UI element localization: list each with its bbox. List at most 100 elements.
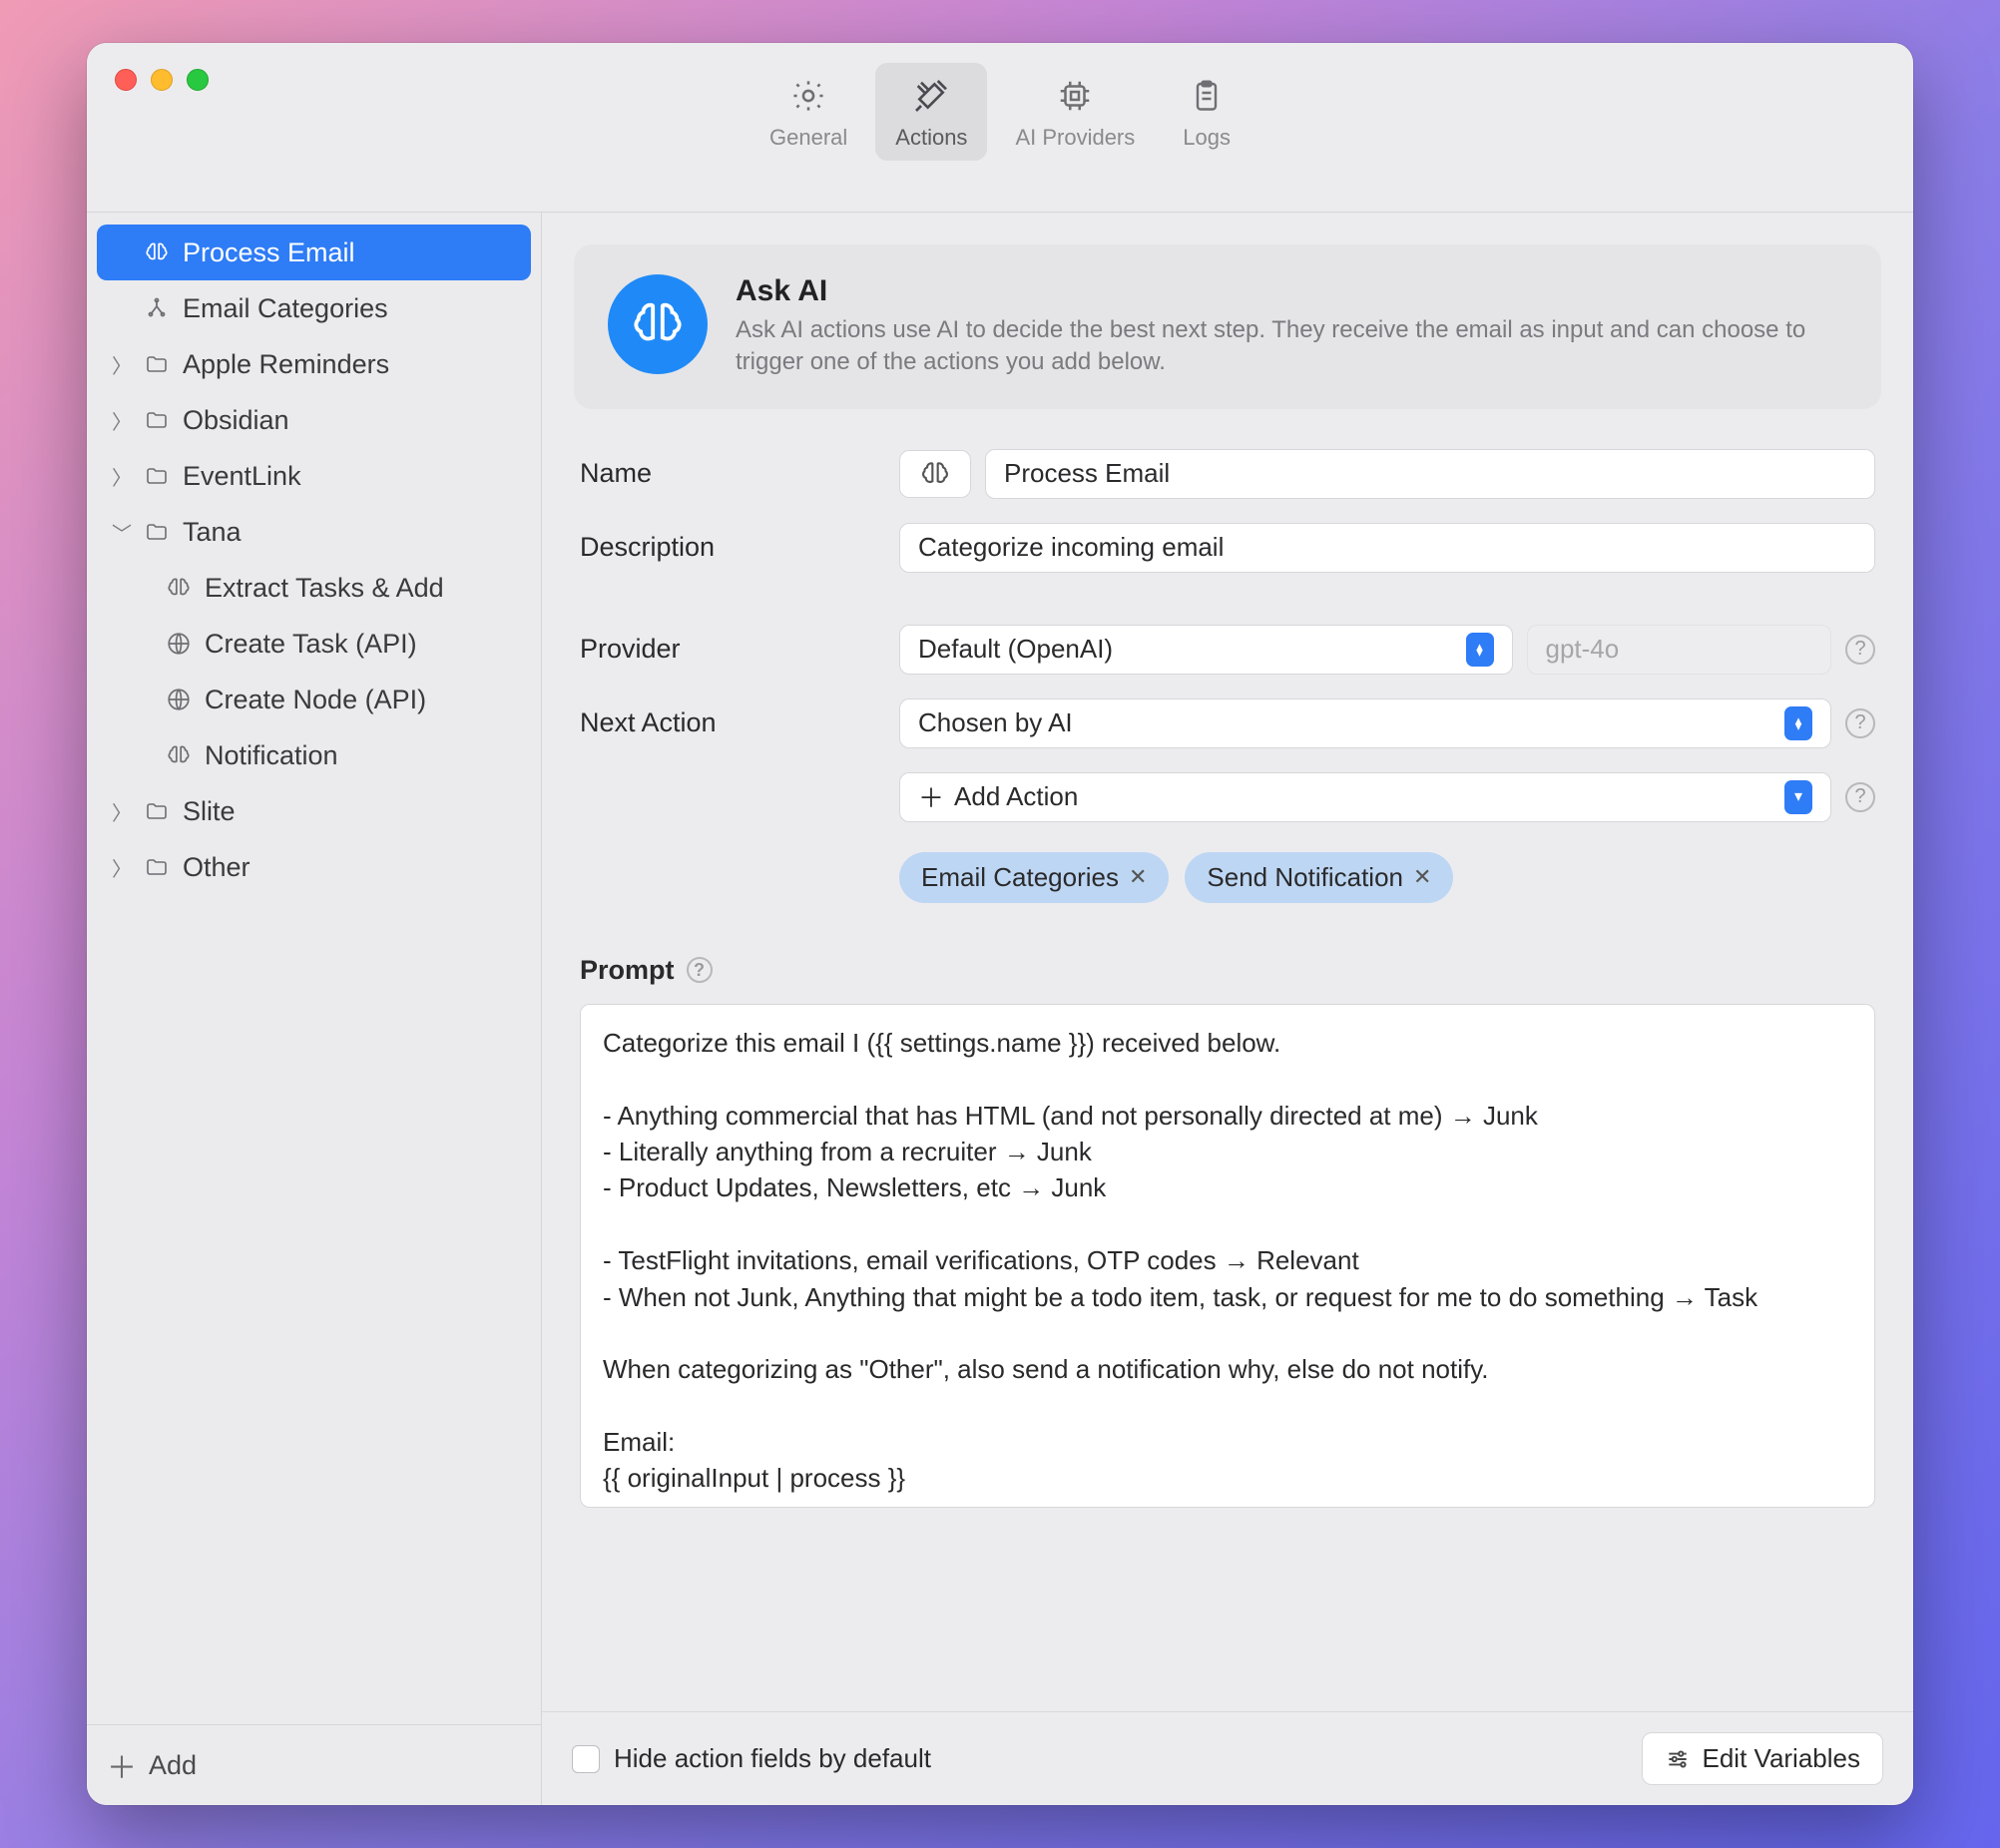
prompt-textarea[interactable]: Categorize this email I ({{ settings.nam… (580, 1004, 1875, 1508)
row-description: Description Categorize incoming email (580, 523, 1875, 573)
row-tags: Email Categories ✕ Send Notification ✕ (580, 846, 1875, 903)
sidebar-item[interactable]: Create Node (API) (97, 672, 531, 727)
sidebar-item-label: Other (183, 852, 250, 883)
zoom-window-button[interactable] (187, 69, 209, 91)
tab-logs[interactable]: Logs (1163, 63, 1250, 161)
sidebar: Process Email Email Categories 〉 Apple Remi… (87, 213, 542, 1805)
close-window-button[interactable] (115, 69, 137, 91)
action-tag[interactable]: Email Categories ✕ (899, 852, 1169, 903)
action-form: Name Process Email Description (574, 409, 1881, 1528)
plus-icon: ＋ (918, 778, 944, 815)
name-value: Process Email (1004, 458, 1170, 489)
header-title: Ask AI (736, 274, 1847, 308)
row-name: Name Process Email (580, 449, 1875, 499)
clipboard-icon (1186, 75, 1228, 117)
main-scroll[interactable]: Ask AI Ask AI actions use AI to decide t… (542, 213, 1913, 1711)
action-tags: Email Categories ✕ Send Notification ✕ (899, 852, 1453, 903)
prompt-label: Prompt (580, 955, 675, 986)
chevron-updown-icon (1466, 633, 1494, 667)
provider-label: Provider (580, 634, 879, 665)
plus-icon: ＋ (107, 1743, 137, 1787)
traffic-lights (115, 69, 209, 91)
sidebar-item[interactable]: 〉Slite (97, 783, 531, 839)
sidebar-item[interactable]: 〉 EventLink (97, 448, 531, 504)
sidebar-item-label: EventLink (183, 461, 301, 492)
action-header-card: Ask AI Ask AI actions use AI to decide t… (574, 244, 1881, 409)
help-icon[interactable]: ? (1845, 782, 1875, 812)
tab-label: Logs (1183, 125, 1231, 151)
edit-variables-button[interactable]: Edit Variables (1642, 1732, 1884, 1785)
add-action-label: Add Action (954, 781, 1078, 812)
chevron-right-icon: 〉 (113, 350, 131, 379)
tag-label: Email Categories (921, 862, 1119, 893)
sidebar-item-label: Apple Reminders (183, 349, 389, 380)
tab-label: Actions (895, 125, 967, 151)
sidebar-item[interactable]: Process Email (97, 225, 531, 280)
tab-actions[interactable]: Actions (875, 63, 987, 161)
name-input[interactable]: Process Email (985, 449, 1875, 499)
sidebar-item-label: Tana (183, 517, 242, 548)
folder-icon (143, 462, 171, 490)
hide-fields-checkbox-row[interactable]: Hide action fields by default (572, 1743, 931, 1774)
row-add-action: ＋ Add Action ? (580, 772, 1875, 822)
sidebar-item-label: Process Email (183, 237, 355, 268)
preferences-window: General Actions AI Providers Logs (87, 43, 1913, 1805)
chevron-right-icon: 〉 (113, 797, 131, 826)
action-tag[interactable]: Send Notification ✕ (1185, 852, 1453, 903)
description-input[interactable]: Categorize incoming email (899, 523, 1875, 573)
sliders-icon (1665, 1746, 1691, 1772)
model-placeholder: gpt-4o (1546, 634, 1620, 665)
minimize-window-button[interactable] (151, 69, 173, 91)
row-next-action: Next Action Chosen by AI ? (580, 698, 1875, 748)
brain-icon (165, 741, 193, 769)
sidebar-item[interactable]: Notification (97, 727, 531, 783)
sidebar-item-label: Email Categories (183, 293, 388, 324)
sidebar-item[interactable]: 〉 Other (97, 839, 531, 895)
tag-label: Send Notification (1207, 862, 1403, 893)
edit-variables-label: Edit Variables (1703, 1743, 1861, 1774)
sidebar-item[interactable]: Create Task (API) (97, 616, 531, 672)
icon-picker-button[interactable] (899, 450, 971, 498)
content-split: Process Email Email Categories 〉 Apple Remi… (87, 213, 1913, 1805)
row-provider: Provider Default (OpenAI) gpt-4o ? (580, 625, 1875, 675)
chevron-down-icon: ﹀ (113, 518, 131, 547)
folder-icon (143, 406, 171, 434)
help-icon[interactable]: ? (1845, 708, 1875, 738)
next-action-select[interactable]: Chosen by AI (899, 698, 1831, 748)
help-icon[interactable]: ? (687, 957, 713, 983)
remove-tag-icon[interactable]: ✕ (1413, 864, 1431, 890)
remove-tag-icon[interactable]: ✕ (1129, 864, 1147, 890)
chevron-right-icon: 〉 (113, 406, 131, 435)
folder-icon (143, 518, 171, 546)
model-input[interactable]: gpt-4o (1527, 625, 1832, 675)
description-label: Description (580, 532, 879, 563)
sidebar-item-label: Notification (205, 740, 338, 771)
sidebar-add-button[interactable]: ＋ Add (87, 1724, 541, 1805)
gear-icon (787, 75, 829, 117)
brain-badge-icon (608, 274, 708, 374)
tab-label: General (769, 125, 847, 151)
sidebar-item[interactable]: Extract Tasks & Add (97, 560, 531, 616)
preferences-tabs: General Actions AI Providers Logs (750, 63, 1250, 161)
sidebar-item[interactable]: Email Categories (97, 280, 531, 336)
sidebar-item[interactable]: ﹀ Tana (97, 504, 531, 560)
help-icon[interactable]: ? (1845, 635, 1875, 665)
chevron-right-icon: 〉 (113, 462, 131, 491)
sidebar-item[interactable]: 〉Obsidian (97, 392, 531, 448)
provider-value: Default (OpenAI) (918, 634, 1113, 665)
folder-icon (143, 797, 171, 825)
tab-label: AI Providers (1015, 125, 1135, 151)
provider-select[interactable]: Default (OpenAI) (899, 625, 1513, 675)
sidebar-item-label: Extract Tasks & Add (205, 573, 444, 604)
chevron-right-icon: 〉 (113, 853, 131, 882)
folder-icon (143, 350, 171, 378)
tab-ai-providers[interactable]: AI Providers (995, 63, 1155, 161)
add-action-select[interactable]: ＋ Add Action (899, 772, 1831, 822)
tab-general[interactable]: General (750, 63, 867, 161)
next-action-label: Next Action (580, 707, 879, 738)
globe-icon (165, 630, 193, 658)
main-footer: Hide action fields by default Edit Varia… (542, 1711, 1913, 1805)
next-action-value: Chosen by AI (918, 707, 1073, 738)
sidebar-item[interactable]: 〉 Apple Reminders (97, 336, 531, 392)
chevron-updown-icon (1784, 706, 1812, 740)
